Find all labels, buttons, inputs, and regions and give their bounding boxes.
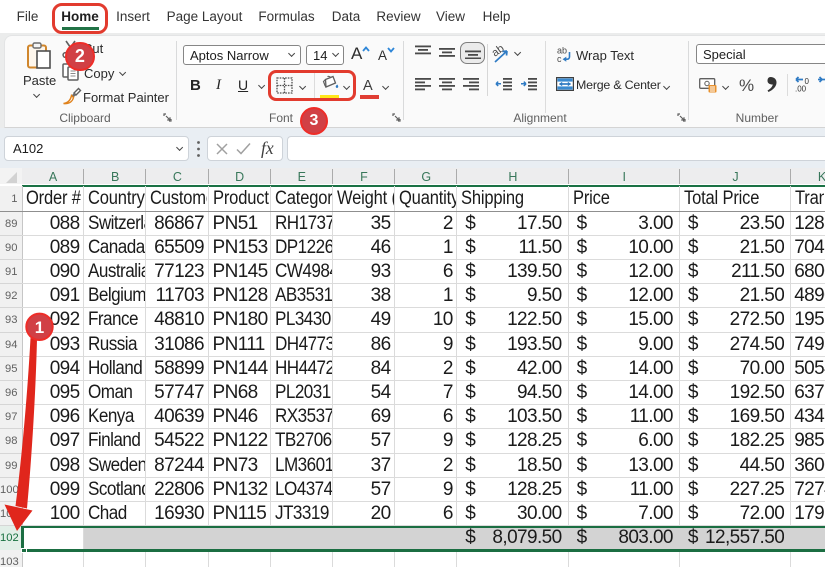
svg-text:1: 1 xyxy=(35,318,44,337)
svg-text:.00: .00 xyxy=(795,85,807,93)
svg-text:c: c xyxy=(557,54,562,63)
